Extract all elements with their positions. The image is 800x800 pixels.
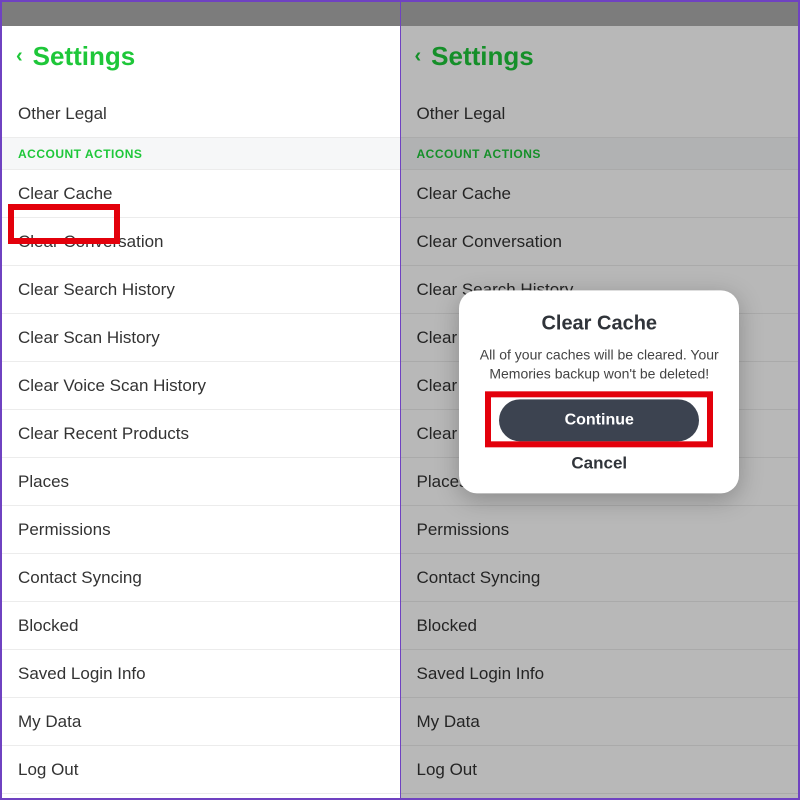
list-item[interactable]: Log Out <box>2 746 400 794</box>
list-item[interactable]: Clear Conversation <box>2 218 400 266</box>
list-item[interactable]: Clear Voice Scan History <box>2 362 400 410</box>
list-item[interactable]: Places <box>2 458 400 506</box>
list-item[interactable]: Permissions <box>2 506 400 554</box>
list-item[interactable]: Clear Scan History <box>2 314 400 362</box>
list-item[interactable]: Other Legal <box>2 90 400 138</box>
continue-button[interactable]: Continue <box>499 399 699 441</box>
screen-right: ‹ Settings Other Legal ACCOUNT ACTIONS C… <box>400 2 799 798</box>
status-bar <box>2 2 400 26</box>
list-item-clear-cache[interactable]: Clear Cache <box>2 170 400 218</box>
section-header-account-actions: ACCOUNT ACTIONS <box>2 138 400 170</box>
list-item[interactable]: Clear Search History <box>2 266 400 314</box>
list-item[interactable]: Blocked <box>2 602 400 650</box>
page-title: Settings <box>33 41 136 72</box>
cancel-button[interactable]: Cancel <box>571 453 627 473</box>
screen-left: ‹ Settings Other Legal ACCOUNT ACTIONS C… <box>2 2 400 798</box>
back-chevron-icon[interactable]: ‹ <box>16 45 23 68</box>
list-item[interactable]: My Data <box>2 698 400 746</box>
clear-cache-dialog: Clear Cache All of your caches will be c… <box>459 290 739 493</box>
settings-header: ‹ Settings <box>2 26 400 90</box>
list-item[interactable]: Clear Recent Products <box>2 410 400 458</box>
list-item[interactable]: Contact Syncing <box>2 554 400 602</box>
status-bar <box>401 2 799 26</box>
list-item[interactable]: Saved Login Info <box>2 650 400 698</box>
dialog-body: All of your caches will be cleared. Your… <box>477 345 721 383</box>
dialog-title: Clear Cache <box>477 312 721 335</box>
settings-list: Other Legal ACCOUNT ACTIONS Clear Cache … <box>2 90 400 794</box>
